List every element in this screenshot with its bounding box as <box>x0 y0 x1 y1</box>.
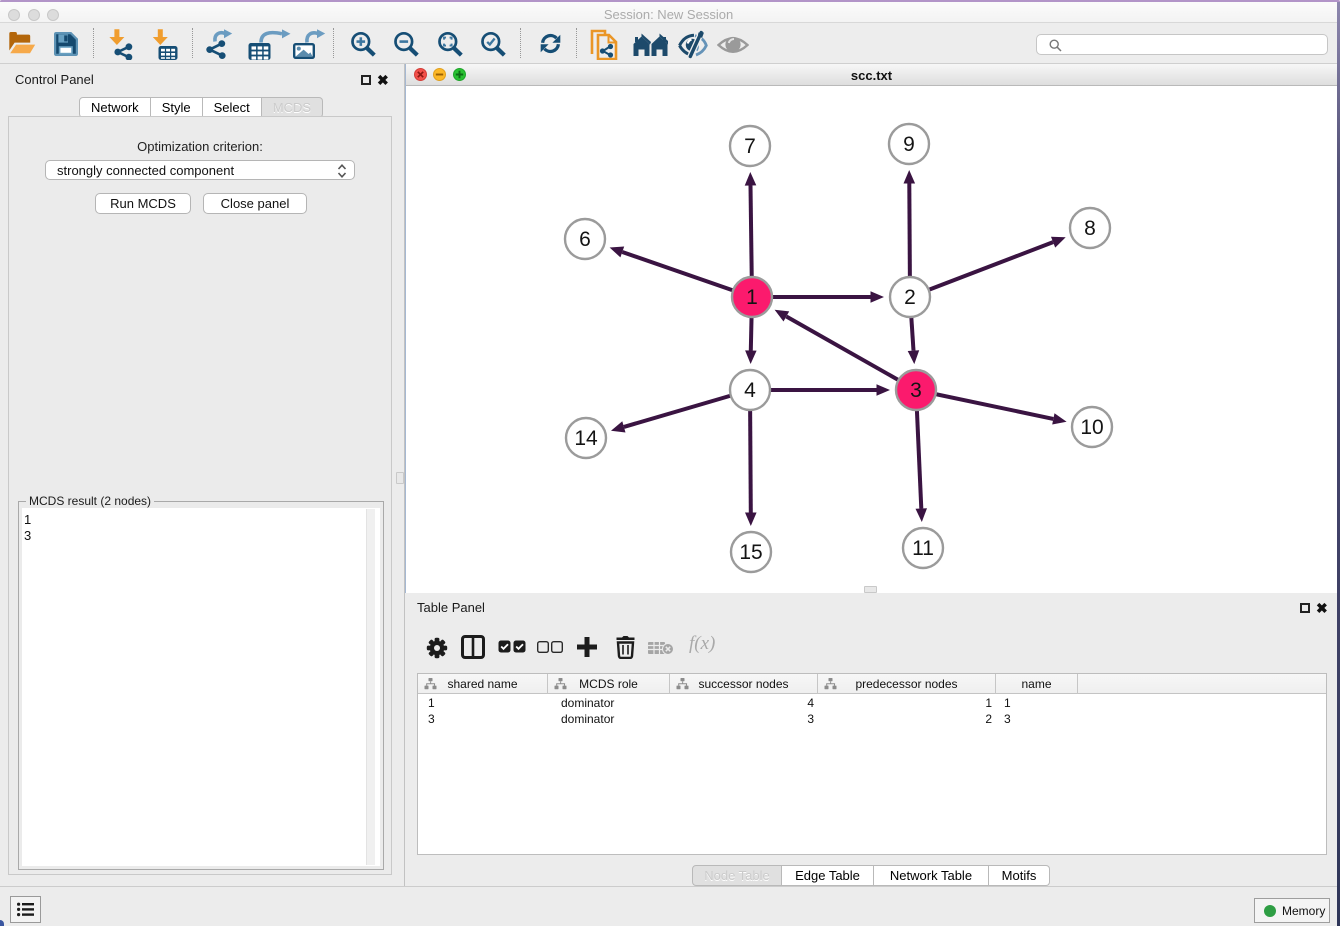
svg-text:6: 6 <box>579 228 591 251</box>
svg-text:9: 9 <box>903 133 915 156</box>
svg-text:8: 8 <box>1084 217 1096 240</box>
svg-text:11: 11 <box>912 537 934 560</box>
svg-text:3: 3 <box>910 379 922 402</box>
svg-text:15: 15 <box>739 541 762 564</box>
svg-text:1: 1 <box>746 286 758 309</box>
svg-text:2: 2 <box>904 286 916 309</box>
svg-text:7: 7 <box>744 135 756 158</box>
svg-text:4: 4 <box>744 379 756 402</box>
svg-text:10: 10 <box>1080 416 1103 439</box>
svg-text:14: 14 <box>574 427 598 450</box>
